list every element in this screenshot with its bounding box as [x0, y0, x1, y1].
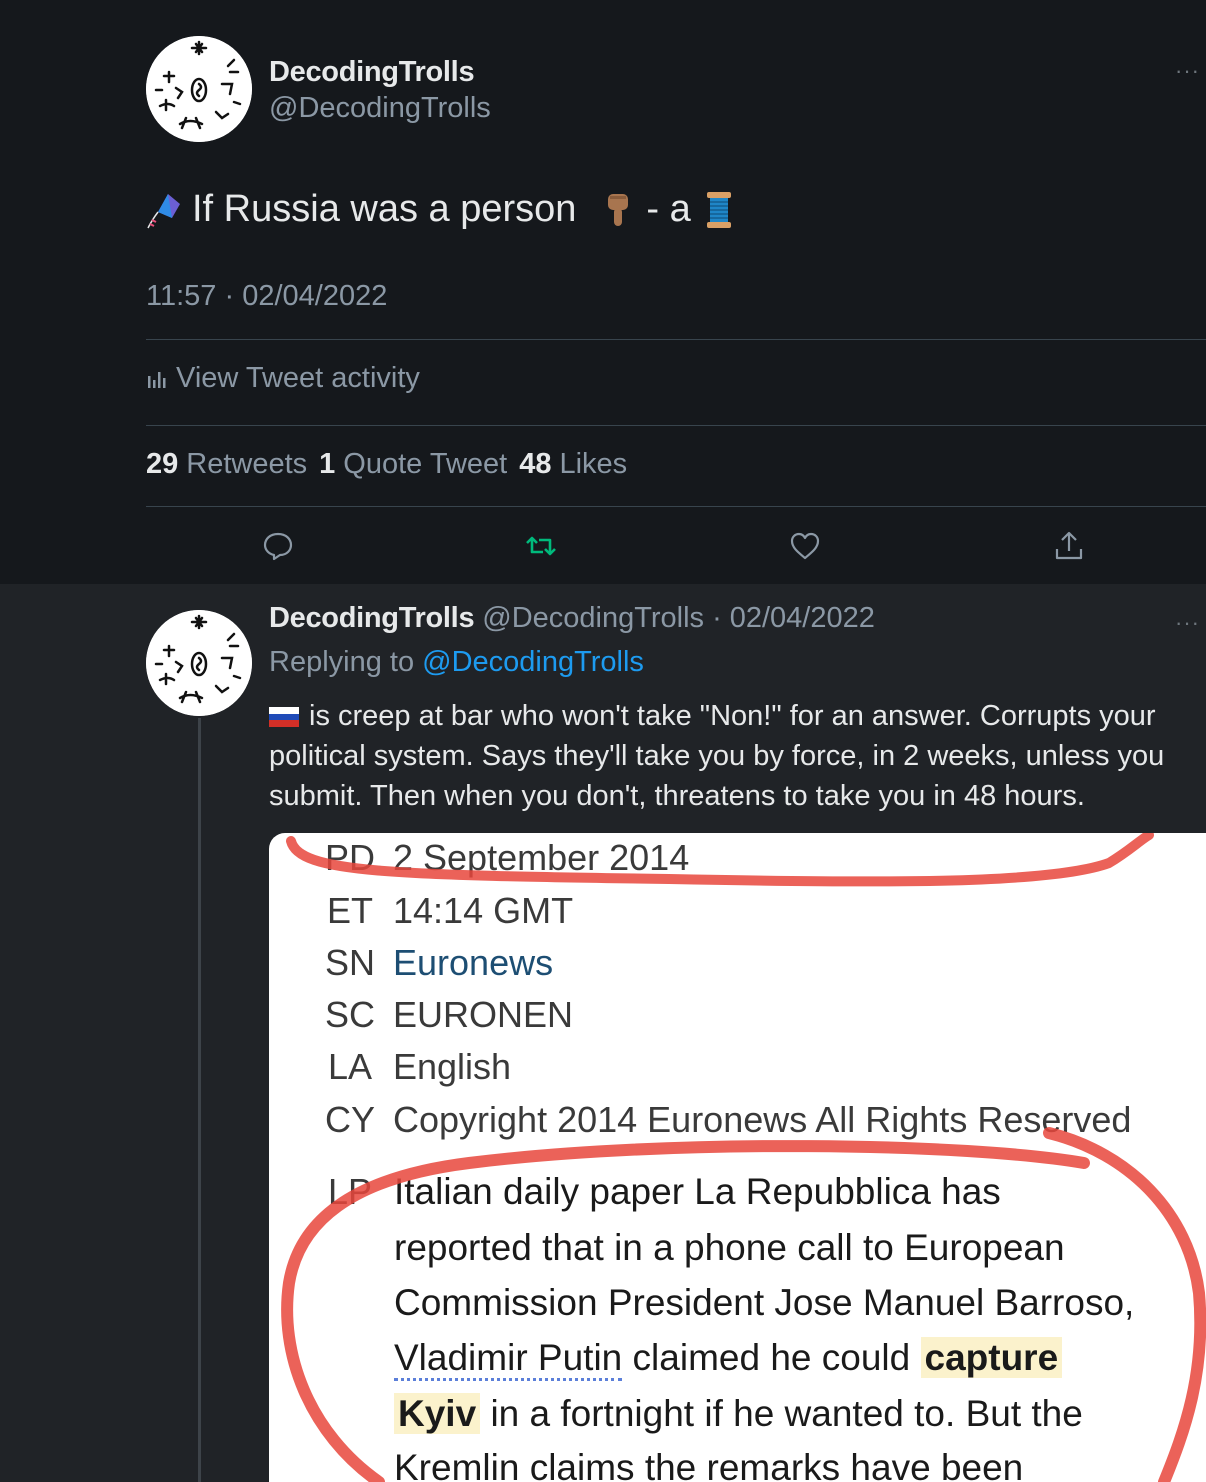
quotes-stat[interactable]: 1 Quote Tweet — [319, 448, 507, 481]
replying-to-link[interactable]: @DecodingTrolls — [422, 646, 644, 678]
tweet-text-part1: If Russia was a person — [192, 188, 577, 230]
reply-meta: DecodingTrolls @DecodingTrolls · 02/04/2… — [269, 602, 875, 635]
likes-label: Likes — [559, 448, 628, 480]
replying-to: Replying to @DecodingTrolls — [269, 646, 644, 679]
avatar[interactable] — [146, 36, 252, 142]
author-name[interactable]: DecodingTrolls — [269, 56, 475, 89]
main-tweet: DecodingTrolls @DecodingTrolls ··· If Ru… — [0, 0, 1206, 584]
bar-chart-icon — [148, 371, 166, 388]
view-activity-label: View Tweet activity — [176, 362, 420, 394]
reply-text: is creep at bar who won't take "Non!" fo… — [269, 696, 1199, 816]
retweets-stat[interactable]: 29 Retweets — [146, 448, 307, 481]
like-icon[interactable] — [789, 530, 821, 562]
retweets-label: Retweets — [186, 448, 308, 480]
avatar-pattern-icon — [146, 36, 252, 142]
tweet-stats: 29 Retweets 1 Quote Tweet 48 Likes — [146, 448, 627, 481]
quotes-label: Quote Tweet — [343, 448, 508, 480]
author-handle[interactable]: @DecodingTrolls — [269, 92, 491, 125]
tweet-media-image[interactable]: PD 2 September 2014 ET 14:14 GMT SN Euro… — [269, 833, 1206, 1482]
divider — [146, 506, 1206, 507]
reply-date[interactable]: 02/04/2022 — [730, 602, 875, 635]
reply-author-handle[interactable]: @DecodingTrolls — [482, 602, 704, 635]
reply-icon[interactable] — [262, 530, 294, 562]
thread-spool-icon — [706, 191, 731, 228]
likes-count: 48 — [519, 448, 552, 480]
reply-text-body: is creep at bar who won't take "Non!" fo… — [269, 700, 1165, 812]
tweet-text-part2: - a — [646, 188, 691, 230]
meta-separator: · — [712, 602, 722, 634]
view-activity-link[interactable]: View Tweet activity — [146, 362, 420, 395]
divider — [146, 339, 1206, 340]
avatar-pattern-icon — [146, 610, 252, 716]
reply-author-name[interactable]: DecodingTrolls — [269, 602, 475, 635]
retweets-count: 29 — [146, 448, 179, 480]
russia-flag-icon — [269, 707, 299, 727]
reply-avatar[interactable] — [146, 610, 252, 716]
likes-stat[interactable]: 48 Likes — [519, 448, 627, 481]
tweet-timestamp[interactable]: 11:57 · 02/04/2022 — [146, 280, 387, 313]
reply-more-options-icon[interactable]: ··· — [1175, 610, 1200, 636]
kite-icon — [147, 193, 180, 228]
retweet-icon[interactable] — [525, 530, 557, 562]
red-annotation-marks — [281, 833, 1206, 1482]
quotes-count: 1 — [319, 448, 336, 480]
replying-label: Replying to — [269, 646, 415, 678]
share-icon[interactable] — [1053, 530, 1085, 562]
pointing-down-icon — [608, 193, 629, 226]
more-options-icon[interactable]: ··· — [1175, 58, 1200, 84]
divider — [146, 425, 1206, 426]
thread-line — [198, 718, 201, 1482]
tweet-text: If Russia was a person - a — [146, 188, 737, 231]
